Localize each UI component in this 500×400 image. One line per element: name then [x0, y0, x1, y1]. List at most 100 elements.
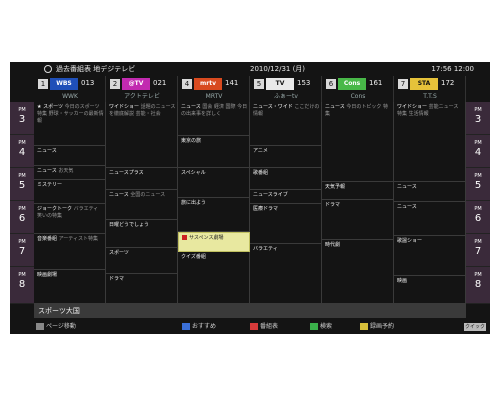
channel-column: ★ スポーツ 今日のスポーツ特集 野球・サッカーの最新情報 ニュース ニュース お…: [34, 102, 106, 304]
program-cell[interactable]: ワイドショー 芸能ニュース 特集 生活情報: [394, 102, 466, 182]
program-title: ワイドショー: [109, 104, 140, 110]
program-cell[interactable]: ニュース: [34, 146, 106, 166]
program-title: ミステリー: [37, 182, 63, 188]
quick-button[interactable]: クイック: [464, 323, 486, 331]
program-title: 天気予報: [325, 184, 346, 190]
channel-name: アクトテレビ: [124, 93, 160, 100]
green-key-icon: [310, 323, 318, 330]
program-title: 時代劇: [325, 242, 341, 248]
program-cell[interactable]: 映画: [394, 276, 466, 304]
program-cell[interactable]: スペシャル: [178, 168, 250, 198]
program-cell[interactable]: ニュース 全国のニュース: [106, 190, 178, 220]
hour-number: 7: [474, 246, 482, 257]
red-key-hint[interactable]: 番組表: [250, 320, 278, 334]
hour-number: 8: [18, 279, 26, 290]
channel-number: 6: [326, 79, 336, 89]
program-cell[interactable]: 天気予報: [322, 182, 394, 200]
yellow-key-hint[interactable]: 録画予約: [360, 320, 394, 334]
channel-column: ワイドショー 話題のニュースを徹底解説 芸能・社会ニュースプラス ニュース 全国…: [106, 102, 178, 304]
channel-number: 4: [182, 79, 192, 89]
program-description: アーティスト特集: [58, 236, 99, 242]
program-cell[interactable]: ドラマ: [322, 200, 394, 240]
program-cell[interactable]: 歌番組: [250, 168, 322, 190]
channel-code: 141: [225, 79, 239, 87]
channel-logo: @TV: [122, 78, 150, 90]
guide-title: 過去番組表 地デジテレビ: [56, 65, 136, 73]
hour-ampm: PM: [474, 173, 482, 179]
hour-label: PM 4: [10, 135, 34, 168]
program-cell[interactable]: クイズ番組: [178, 252, 250, 304]
program-cell[interactable]: ニュース 今日のトピック 特集: [322, 102, 394, 182]
page-move-hint[interactable]: ページ移動: [36, 320, 76, 334]
program-cell[interactable]: ワイドショー 話題のニュースを徹底解説 芸能・社会: [106, 102, 178, 168]
bottom-bar: ページ移動 おすすめ 番組表 検索 録画予約 クイック: [10, 320, 490, 334]
program-cell[interactable]: 音楽番組 アーティスト特集: [34, 234, 106, 270]
program-description: 全国のニュース: [130, 192, 166, 198]
hour-number: 7: [18, 246, 26, 257]
channel-logo: Cons: [338, 78, 366, 90]
program-cell[interactable]: ミステリー: [34, 180, 106, 204]
program-cell[interactable]: 東京の旅: [178, 136, 250, 168]
program-title: 旅に出よう: [181, 200, 207, 206]
channel-name: MRTV: [205, 93, 223, 100]
program-cell[interactable]: 歌謡ショー: [394, 236, 466, 276]
program-cell[interactable]: ニュースプラス: [106, 168, 178, 190]
program-cell[interactable]: ★ スポーツ 今日のスポーツ特集 野球・サッカーの最新情報: [34, 102, 106, 146]
hour-ampm: PM: [474, 206, 482, 212]
channel-header[interactable]: 7 STA 172 T.T.S: [394, 76, 466, 102]
top-bar: 過去番組表 地デジテレビ 2010/12/31 (月) 17:56 12:00: [10, 62, 490, 76]
green-key-hint[interactable]: 検索: [310, 320, 332, 334]
hour-column-left: PM 3 PM 4 PM 5 PM 6 PM 7 PM 8: [10, 102, 34, 304]
guide-date: 2010/12/31 (月): [250, 65, 306, 73]
program-cell[interactable]: ニュースライブ: [250, 190, 322, 204]
program-title: アニメ: [253, 148, 268, 154]
hour-number: 3: [474, 114, 482, 125]
hour-label: PM 5: [466, 168, 490, 201]
program-cell[interactable]: ニュース: [394, 202, 466, 236]
hour-number: 6: [474, 213, 482, 224]
channel-name: ふぁーtv: [274, 93, 298, 100]
program-title: 歌番組: [253, 170, 269, 176]
selected-program-info: スポーツ大国: [34, 304, 466, 318]
program-cell[interactable]: ニュース・ワイド ここだけの情報: [250, 102, 322, 146]
hour-ampm: PM: [18, 173, 26, 179]
program-cell[interactable]: 旅に出よう: [178, 198, 250, 232]
program-cell[interactable]: ニュース 国会 経済 国際 今日の出来事を詳しく: [178, 102, 250, 136]
channel-code: 161: [369, 79, 383, 87]
program-title: ニュース: [37, 168, 57, 174]
program-title: ニュース・ワイド: [253, 104, 293, 110]
program-title: 映画劇場: [37, 272, 58, 278]
program-cell[interactable]: スポーツ: [106, 248, 178, 274]
hour-label: PM 6: [10, 201, 34, 234]
program-cell[interactable]: 日曜どうでしょう: [106, 220, 178, 248]
program-title: 医療ドラマ: [253, 206, 279, 212]
program-cell[interactable]: 医療ドラマ: [250, 204, 322, 244]
program-title: ニュースプラス: [109, 170, 144, 176]
channel-header[interactable]: 1 WBS 013 WWK: [34, 76, 106, 102]
program-cell[interactable]: ニュース お天気: [34, 166, 106, 180]
program-title: ニュース: [397, 184, 417, 190]
blue-key-hint[interactable]: おすすめ: [182, 320, 216, 334]
channel-header[interactable]: 5 TV 153 ふぁーtv: [250, 76, 322, 102]
program-cell[interactable]: ニュース: [394, 182, 466, 202]
program-grid: PM 3 PM 4 PM 5 PM 6 PM 7 PM 8 PM 3 PM 4 PM 5 PM 6 PM 7 PM 8 ★ …: [10, 102, 490, 304]
program-cell[interactable]: 映画劇場: [34, 270, 106, 304]
program-cell[interactable]: ジョークトーク バラエティ 笑いの特集: [34, 204, 106, 234]
program-cell[interactable]: アニメ: [250, 146, 322, 168]
channel-header-row: 1 WBS 013 WWK 2 @TV 021 アクトテレビ 4 mrtv 141 MRTV 5 TV 15…: [34, 76, 466, 102]
program-cell[interactable]: ドラマ: [106, 274, 178, 304]
channel-header[interactable]: 4 mrtv 141 MRTV: [178, 76, 250, 102]
channel-header[interactable]: 2 @TV 021 アクトテレビ: [106, 76, 178, 102]
program-title: 映画: [397, 278, 408, 284]
program-title: ニュース: [325, 104, 345, 110]
channel-code: 013: [81, 79, 95, 87]
program-title: スペシャル: [181, 170, 206, 176]
epg-screen: 過去番組表 地デジテレビ 2010/12/31 (月) 17:56 12:00 …: [10, 62, 490, 334]
selected-program-title: スポーツ大国: [38, 307, 80, 315]
channel-header[interactable]: 6 Cons 161 Cons: [322, 76, 394, 102]
yellow-key-icon: [360, 323, 368, 330]
program-cell[interactable]: バラエティ: [250, 244, 322, 304]
program-cell[interactable]: サスペンス劇場: [178, 232, 250, 252]
program-title: ジョークトーク: [37, 206, 73, 212]
program-cell[interactable]: 時代劇: [322, 240, 394, 304]
